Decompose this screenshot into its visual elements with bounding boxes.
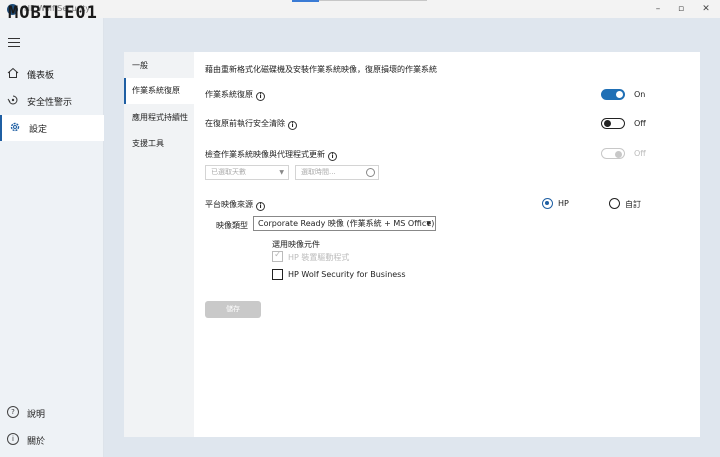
image-update-toggle[interactable] (601, 148, 625, 159)
image-type-label: 映像類型 (216, 221, 248, 230)
sidebar-item-label: 說明 (27, 410, 46, 420)
subnav-item-os-recovery[interactable]: 作業系統復原 (124, 78, 194, 104)
maximize-button[interactable]: ▫ (675, 3, 687, 15)
home-icon (7, 67, 19, 78)
subnav-item-support-tools[interactable]: 支援工具 (124, 131, 194, 157)
wolf-security-checkbox[interactable] (272, 269, 283, 280)
secure-erase-toggle[interactable] (601, 118, 625, 129)
subnav-item-app-persistence[interactable]: 應用程式持續性 (124, 105, 194, 131)
sidebar: 儀表板 安全性警示 設定 ? 說明 i 關於 (0, 18, 104, 457)
driver-checkbox-label: HP 裝置驅動程式 (288, 253, 350, 262)
os-recovery-label: 作業系統復原 i (205, 89, 265, 101)
help-icon: ? (7, 406, 19, 418)
hamburger-menu-icon[interactable] (8, 38, 20, 50)
info-icon[interactable]: i (256, 202, 265, 211)
sidebar-item-security-alerts[interactable]: 安全性警示 (0, 88, 104, 114)
image-update-state: Off (634, 149, 646, 158)
days-dropdown[interactable]: 已選取天數 ▼ (205, 165, 289, 180)
os-recovery-state: On (634, 90, 646, 99)
platform-source-label: 平台映像來源 i (205, 199, 265, 211)
os-recovery-panel: 藉由重新格式化磁碟機及安裝作業系統映像，復原損壞的作業系統 作業系統復原 i On… (194, 52, 700, 437)
subnav-item-general[interactable]: 一般 (124, 53, 194, 79)
sidebar-item-label: 安全性警示 (27, 98, 73, 108)
info-icon[interactable]: i (328, 152, 337, 161)
driver-checkbox[interactable] (272, 250, 283, 262)
sidebar-item-help[interactable]: ? 說明 (0, 400, 104, 426)
source-hp-label: HP (558, 199, 569, 208)
title-bar: HP Wolf Security MOBILE01 – ▫ ✕ (0, 0, 720, 23)
settings-subnav: 一般 作業系統復原 應用程式持續性 支援工具 (124, 52, 194, 437)
clock-icon (366, 168, 375, 177)
source-custom-radio[interactable] (609, 198, 620, 209)
sidebar-item-label: 設定 (29, 125, 48, 135)
wolf-security-checkbox-label: HP Wolf Security for Business (288, 270, 406, 279)
sidebar-item-label: 關於 (27, 437, 46, 447)
settings-card: 一般 作業系統復原 應用程式持續性 支援工具 藉由重新格式化磁碟機及安裝作業系統… (124, 52, 700, 437)
sidebar-item-settings[interactable]: 設定 (0, 115, 104, 141)
title-divider (319, 0, 427, 1)
image-type-select[interactable]: Corporate Ready 映像 (作業系統 + MS Office) ▼ (253, 216, 436, 231)
info-icon: i (7, 433, 19, 445)
chevron-down-icon: ▼ (426, 220, 431, 227)
image-update-label: 檢查作業系統映像與代理程式更新 i (205, 149, 337, 161)
info-icon[interactable]: i (256, 92, 265, 101)
gear-icon (10, 122, 20, 132)
secure-erase-state: Off (634, 119, 646, 128)
close-button[interactable]: ✕ (700, 3, 712, 15)
secure-erase-label: 在復原前執行安全清除 i (205, 118, 297, 130)
source-custom-label: 自訂 (625, 200, 641, 209)
sidebar-item-label: 儀表板 (27, 71, 55, 81)
panel-description: 藉由重新格式化磁碟機及安裝作業系統映像，復原損壞的作業系統 (205, 65, 437, 74)
chevron-down-icon: ▼ (279, 169, 284, 176)
minimize-button[interactable]: – (652, 3, 664, 15)
sidebar-item-about[interactable]: i 關於 (0, 427, 104, 453)
sidebar-item-dashboard[interactable]: 儀表板 (0, 61, 104, 87)
alert-icon (7, 95, 18, 105)
title-accent (292, 0, 319, 2)
os-recovery-toggle[interactable] (601, 89, 625, 100)
save-button[interactable]: 儲存 (205, 301, 261, 318)
info-icon[interactable]: i (288, 121, 297, 130)
components-label: 選用映像元件 (272, 240, 320, 249)
source-hp-radio[interactable] (542, 198, 553, 209)
time-picker[interactable]: 選取時間... (295, 165, 379, 180)
